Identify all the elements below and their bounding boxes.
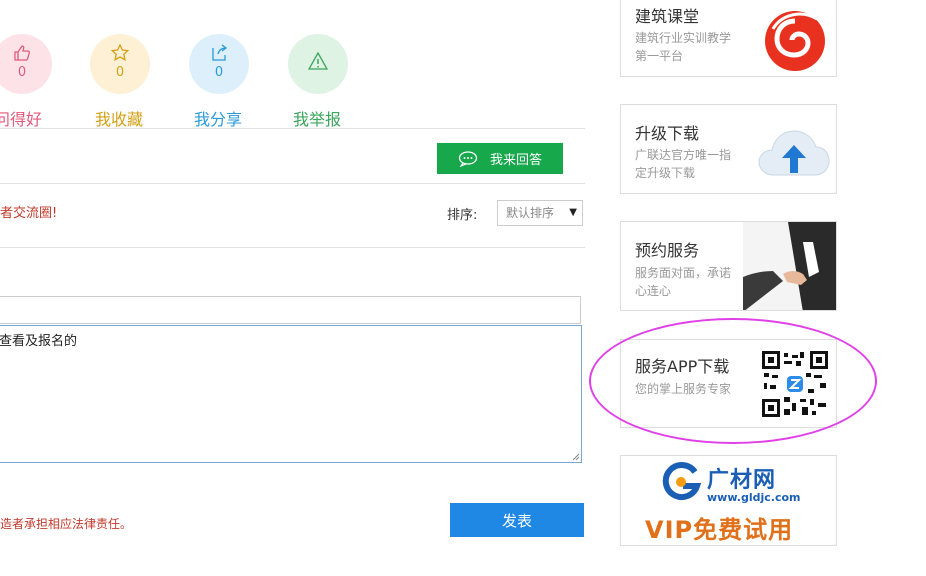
gldjc-ad-banner[interactable]: 广材网 www.gldjc.com VIP免费试用 — [620, 455, 837, 546]
sort-selected-value: 默认排序 — [506, 206, 555, 220]
course-card[interactable]: 建筑课堂 建筑行业实训教学第一平台 — [620, 0, 837, 77]
divider — [0, 128, 585, 129]
divider — [0, 183, 585, 184]
like-button[interactable]: 0 — [0, 34, 52, 94]
answer-textarea[interactable]: 查看及报名的 — [0, 325, 582, 463]
chevron-down-icon: ▼ — [569, 207, 577, 218]
like-label[interactable]: 问得好 — [0, 106, 42, 130]
community-notice: 者交流圈! — [0, 206, 58, 221]
share-count: 0 — [214, 65, 224, 80]
share-label[interactable]: 我分享 — [194, 106, 242, 130]
favorite-label[interactable]: 我收藏 — [95, 106, 143, 130]
ad-slogan: VIP免费试用 — [645, 516, 794, 544]
highlight-ellipse — [589, 318, 877, 444]
sort-label: 排序: — [447, 208, 478, 223]
service-title: 预约服务 — [635, 241, 700, 260]
upgrade-card[interactable]: 升级下载 广联达官方唯一指定升级下载 — [620, 104, 837, 194]
service-card[interactable]: 预约服务 服务面对面，承诺心连心 — [620, 221, 837, 311]
like-count: 0 — [17, 65, 27, 80]
chat-bubble-icon — [458, 150, 478, 167]
sort-select[interactable]: 默认排序 ▼ — [497, 200, 583, 226]
answer-button[interactable]: 我来回答 — [437, 143, 563, 174]
title-input[interactable] — [0, 296, 581, 324]
service-desc: 服务面对面，承诺心连心 — [635, 266, 732, 298]
share-button[interactable]: 0 — [189, 34, 249, 94]
star-icon — [110, 43, 130, 61]
publish-button[interactable]: 发表 — [450, 503, 584, 537]
favorite-count: 0 — [115, 65, 125, 80]
course-desc: 建筑行业实训教学第一平台 — [635, 31, 732, 63]
thumbs-up-icon — [14, 45, 31, 61]
report-button[interactable] — [288, 34, 348, 94]
upgrade-title: 升级下载 — [635, 124, 700, 143]
course-title: 建筑课堂 — [635, 7, 700, 26]
gldjc-logo-icon — [662, 462, 701, 501]
cloud-upload-icon — [758, 130, 830, 176]
ad-url: www.gldjc.com — [707, 491, 801, 504]
answer-textarea-value: 查看及报名的 — [0, 334, 78, 349]
answer-button-label: 我来回答 — [489, 153, 542, 168]
divider — [0, 247, 585, 248]
warning-icon — [308, 51, 328, 70]
share-icon — [212, 44, 228, 61]
legal-notice: 造者承担相应法律责任。 — [0, 517, 133, 531]
ad-brand: 广材网 — [707, 468, 777, 493]
resize-handle-icon[interactable] — [572, 453, 580, 461]
handshake-image — [743, 222, 836, 310]
upgrade-desc: 广联达官方唯一指定升级下载 — [635, 148, 732, 180]
favorite-button[interactable]: 0 — [90, 34, 150, 94]
course-logo-icon — [765, 11, 825, 71]
report-label[interactable]: 我举报 — [293, 106, 341, 130]
